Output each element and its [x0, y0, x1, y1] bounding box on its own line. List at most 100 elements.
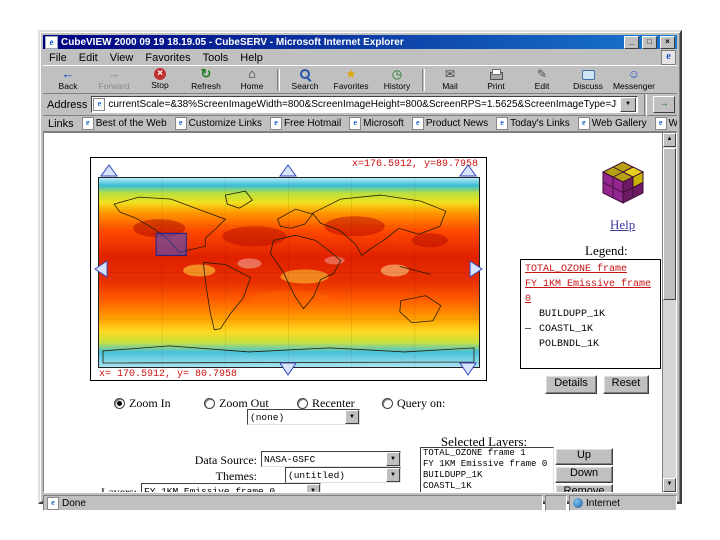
close-button[interactable]: ×: [660, 35, 675, 49]
legend-link-fy1km-emissive[interactable]: FY 1KM Emissive frame 0: [525, 277, 656, 307]
menu-edit[interactable]: Edit: [74, 52, 105, 64]
list-item[interactable]: BUILDUPP_1K: [421, 470, 553, 481]
layers-select[interactable]: FY 1KM Emissive frame 0 ▼: [141, 483, 321, 492]
page-scrollbar[interactable]: ▲ ▼: [662, 133, 676, 492]
page-icon: e: [93, 98, 106, 111]
cursor-coordinates: x=176.5912, y=89.7958: [351, 159, 478, 170]
radio-label: Zoom In: [129, 396, 171, 410]
list-item[interactable]: FY 1KM Emissive frame 0: [421, 459, 553, 470]
dropdown-arrow-icon[interactable]: ▼: [386, 468, 400, 482]
themes-label: Themes:: [215, 469, 257, 483]
globe-icon: [573, 498, 583, 508]
legend-link-total-ozone[interactable]: TOTAL_OZONE frame: [525, 262, 656, 277]
details-button[interactable]: Details: [545, 375, 597, 394]
link-todays-links[interactable]: e Today's Links: [496, 117, 570, 130]
messenger-button[interactable]: Messenger: [611, 67, 657, 92]
up-button[interactable]: Up: [555, 448, 613, 465]
mail-button[interactable]: Mail: [427, 67, 473, 92]
forward-icon: [106, 67, 122, 81]
favorites-label: Favorites: [333, 81, 369, 91]
radio-query-on[interactable]: Query on:: [382, 396, 445, 411]
toolbar-separator: [644, 93, 647, 116]
down-button[interactable]: Down: [555, 466, 613, 483]
forward-label: Forward: [98, 81, 130, 91]
link-windows[interactable]: eWindows: [654, 117, 677, 130]
pan-north-icon[interactable]: [279, 164, 297, 177]
link-product-news[interactable]: e Product News: [411, 117, 488, 130]
legend-panel: TOTAL_OZONE frame FY 1KM Emissive frame …: [520, 259, 661, 369]
list-item[interactable]: TOTAL_OZONE frame 1: [421, 448, 553, 459]
radio-zoom-in[interactable]: Zoom In: [114, 396, 171, 411]
back-button[interactable]: Back: [45, 67, 91, 92]
home-button[interactable]: Home: [229, 67, 275, 92]
help-link[interactable]: Help: [610, 217, 635, 233]
links-bar: Links e Best of the Web e Customize Links …: [43, 116, 677, 132]
menu-view[interactable]: View: [105, 52, 141, 64]
favorites-button[interactable]: Favorites: [328, 67, 374, 92]
search-button[interactable]: Search: [282, 67, 328, 92]
maximize-button[interactable]: □: [642, 35, 657, 49]
status-mini-pane: [545, 495, 567, 511]
history-icon: [389, 67, 405, 81]
link-best-of-web[interactable]: e Best of the Web: [81, 117, 167, 130]
legend-item: POLBNDL_1K: [525, 337, 656, 352]
title-bar[interactable]: e CubeVIEW 2000 09 19 18.19.05 - CubeSER…: [43, 35, 677, 49]
page-icon: e: [81, 117, 94, 130]
remove-button[interactable]: Remove: [555, 484, 613, 492]
page-icon: e: [411, 117, 424, 130]
dropdown-arrow-icon[interactable]: ▼: [345, 410, 359, 424]
page-icon: e: [654, 117, 667, 130]
themes-select[interactable]: (untitled) ▼: [285, 467, 401, 483]
menu-bar: File Edit View Favorites Tools Help e: [43, 50, 677, 65]
dropdown-arrow-icon[interactable]: ▼: [386, 452, 400, 466]
go-button[interactable]: →: [653, 96, 675, 113]
security-zone-pane: Internet: [569, 495, 677, 511]
scroll-up-button[interactable]: ▲: [663, 133, 676, 147]
data-source-select[interactable]: NASA-GSFC ▼: [261, 451, 401, 467]
dropdown-arrow-icon[interactable]: ▼: [306, 484, 320, 492]
data-source-label: Data Source:: [194, 453, 257, 467]
query-select[interactable]: (none) ▼: [247, 409, 360, 425]
pan-north-west-icon[interactable]: [100, 164, 118, 177]
layers-label: Layers:: [101, 485, 137, 492]
world-map-image[interactable]: [98, 177, 480, 368]
address-input[interactable]: e currentScale=&38%ScreenImageWidth=800&…: [91, 96, 638, 113]
refresh-button[interactable]: Refresh: [183, 67, 229, 92]
address-bar: Address e currentScale=&38%ScreenImageWi…: [43, 93, 677, 116]
legend-item: — COASTL_1K: [525, 322, 656, 337]
reset-button[interactable]: Reset: [603, 375, 649, 394]
link-web-gallery[interactable]: e Web Gallery: [577, 117, 647, 130]
favorites-icon: [343, 67, 359, 81]
legend-title: Legend:: [585, 243, 628, 258]
status-bar: e Done Internet: [43, 495, 677, 511]
refresh-label: Refresh: [191, 81, 221, 91]
menu-favorites[interactable]: Favorites: [140, 52, 197, 64]
link-microsoft[interactable]: e Microsoft: [349, 117, 404, 130]
zoom-selection-box[interactable]: [155, 232, 187, 256]
search-label: Search: [291, 81, 319, 91]
history-button[interactable]: History: [374, 67, 420, 92]
radio-button-icon: [114, 398, 125, 409]
menu-help[interactable]: Help: [235, 52, 270, 64]
radio-button-icon: [204, 398, 215, 409]
discuss-button[interactable]: Discuss: [565, 67, 611, 92]
link-free-hotmail[interactable]: e Free Hotmail: [270, 117, 341, 130]
print-button[interactable]: Print: [473, 67, 519, 92]
address-dropdown-button[interactable]: ▼: [620, 97, 636, 112]
legend-item-label: POLBNDL_1K: [539, 339, 600, 350]
menu-tools[interactable]: Tools: [198, 52, 236, 64]
scroll-down-button[interactable]: ▼: [663, 478, 676, 492]
minimize-button[interactable]: _: [624, 35, 639, 49]
stop-button[interactable]: Stop: [137, 67, 183, 92]
edit-button[interactable]: Edit: [519, 67, 565, 92]
link-customize-links[interactable]: e Customize Links: [174, 117, 262, 130]
print-icon: [488, 67, 504, 81]
selected-layers-list[interactable]: TOTAL_OZONE frame 1 FY 1KM Emissive fram…: [420, 447, 554, 492]
scroll-thumb[interactable]: [663, 148, 676, 300]
menu-file[interactable]: File: [44, 52, 74, 64]
forward-button[interactable]: Forward: [91, 67, 137, 92]
page-icon: e: [496, 117, 509, 130]
link-label: Web Gallery: [591, 118, 647, 129]
legend-item-label: BUILDUPP_1K: [539, 309, 606, 320]
list-item[interactable]: COASTL_1K: [421, 481, 553, 492]
